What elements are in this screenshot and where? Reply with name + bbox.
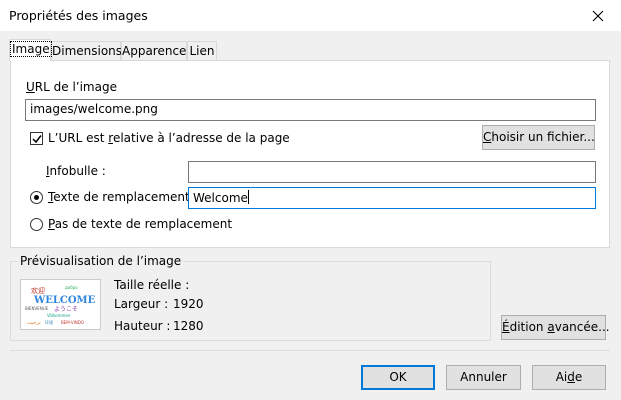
alt-text-radio[interactable] <box>30 191 43 204</box>
image-preview: 欢迎 добро WELCOME BIENVENUE ようこそ Välkomme… <box>20 279 101 330</box>
svg-text:ようこそ: ようこそ <box>54 306 78 313</box>
no-alt-text-radio[interactable] <box>30 218 43 231</box>
height-value: 1280 <box>173 319 204 333</box>
title-bar: Propriétés des images <box>0 0 621 31</box>
tab-image-label: Image <box>10 41 52 57</box>
tab-dimensions-label: Dimensions <box>52 44 123 58</box>
close-icon <box>592 10 604 21</box>
relative-url-label: L’URL est relative à l’adresse de la pag… <box>48 131 290 145</box>
svg-text:BIENVENUE: BIENVENUE <box>25 306 49 311</box>
tab-lien[interactable]: Lien <box>187 41 217 60</box>
tab-dimensions[interactable]: Dimensions <box>51 41 123 60</box>
alt-text-input[interactable]: Welcome <box>188 187 596 209</box>
cancel-button[interactable]: Annuler <box>446 365 521 390</box>
close-button[interactable] <box>575 0 621 31</box>
footer-separator <box>10 350 610 351</box>
ok-button[interactable]: OK <box>361 365 435 390</box>
no-alt-text-label: Pas de texte de remplacement <box>48 217 233 231</box>
tooltip-input[interactable] <box>188 161 596 183</box>
svg-text:Välkommen: Välkommen <box>47 313 71 318</box>
window-title: Propriétés des images <box>9 8 148 23</box>
tab-image[interactable]: Image <box>9 39 52 61</box>
choose-file-button[interactable]: Choisir un fichier... <box>482 125 595 150</box>
tab-apparence-label: Apparence <box>122 44 187 58</box>
tooltip-label: Infobulle : <box>46 164 106 178</box>
svg-text:WELCOME: WELCOME <box>33 295 96 306</box>
checkmark-icon <box>32 135 42 144</box>
svg-text:ترحيب: ترحيب <box>27 320 41 326</box>
preview-title: Prévisualisation de l’image <box>18 254 184 268</box>
alt-text-label: Texte de remplacement : <box>48 190 198 204</box>
svg-text:BEM-VINDO: BEM-VINDO <box>61 320 84 325</box>
url-input[interactable]: images/welcome.png <box>25 99 596 121</box>
width-label: Largeur : <box>114 297 169 311</box>
relative-url-checkbox[interactable] <box>30 132 43 145</box>
actual-size-label: Taille réelle : <box>114 278 190 292</box>
height-label: Hauteur : <box>114 319 171 333</box>
svg-text:环境: 环境 <box>45 319 53 325</box>
svg-text:欢迎: 欢迎 <box>31 286 45 295</box>
help-button[interactable]: Aide <box>532 365 606 390</box>
tab-apparence[interactable]: Apparence <box>121 41 187 60</box>
text-caret <box>247 190 249 204</box>
svg-text:добро: добро <box>65 285 78 290</box>
url-label: URL de l’image <box>26 80 117 94</box>
advanced-edit-button[interactable]: Édition avancée... <box>501 315 610 340</box>
tab-lien-label: Lien <box>189 44 215 58</box>
width-value: 1920 <box>173 297 204 311</box>
preview-thumbnail-graphic: 欢迎 добро WELCOME BIENVENUE ようこそ Välkomme… <box>25 285 96 326</box>
alt-text-value: Welcome <box>193 191 248 205</box>
